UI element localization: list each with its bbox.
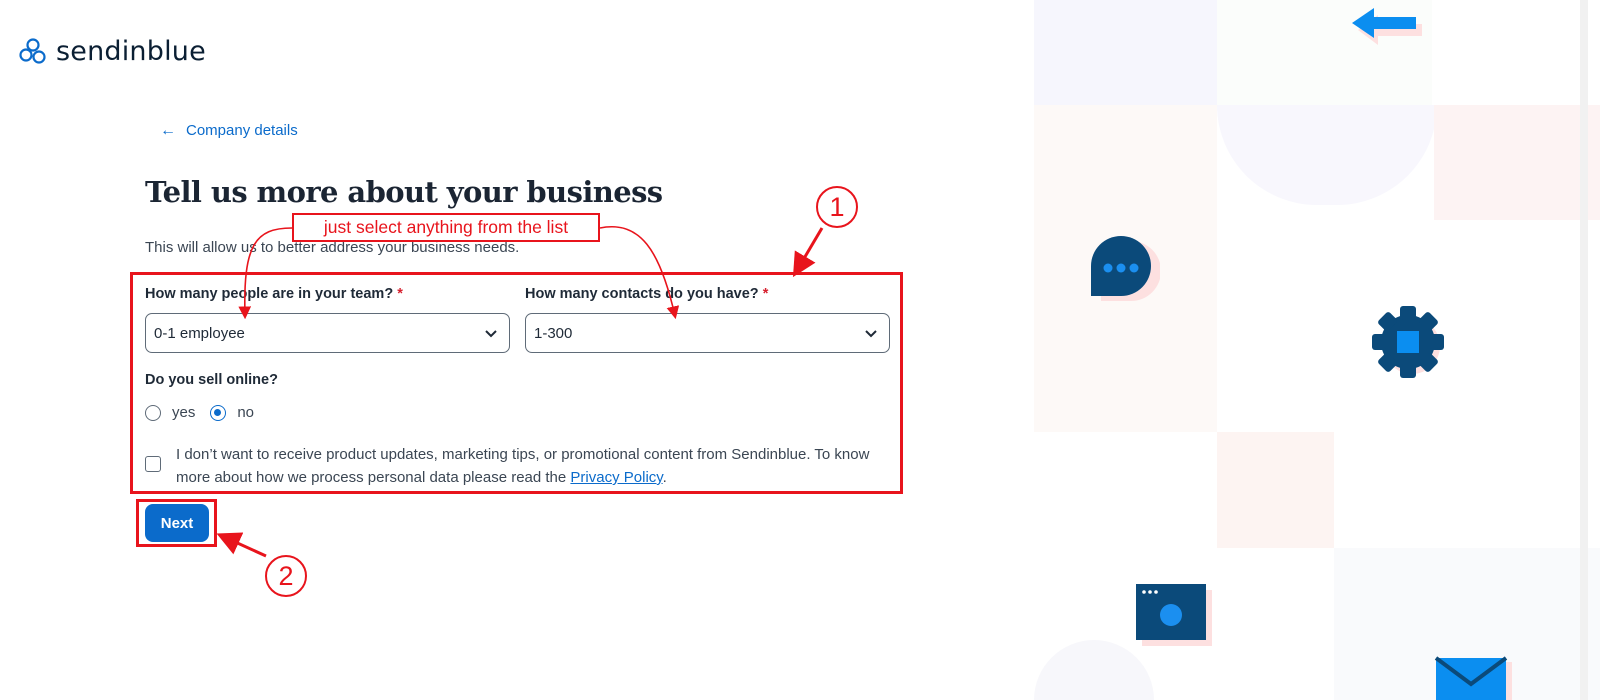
- deco-tile: [1034, 640, 1154, 700]
- gear-icon: [1372, 306, 1444, 378]
- sendinblue-logo-icon: [19, 37, 46, 64]
- annotation-instruction-label: just select anything from the list: [292, 213, 600, 242]
- scrollbar-track[interactable]: [1580, 0, 1588, 700]
- brand-name: sendinblue: [56, 36, 206, 67]
- annotation-form-highlight: [130, 272, 903, 494]
- deco-tile: [1434, 105, 1600, 220]
- deco-tile: [1217, 105, 1437, 205]
- brand-logo: sendinblue: [18, 36, 206, 67]
- deco-tile: [1034, 0, 1217, 105]
- annotation-step-1: 1: [816, 186, 858, 228]
- annotation-arrow-step2: [216, 532, 267, 558]
- deco-tile: [1217, 432, 1334, 548]
- annotation-next-highlight: [136, 499, 217, 547]
- annotation-step-2: 2: [265, 555, 307, 597]
- envelope-icon: [1434, 656, 1512, 700]
- swap-arrows-icon: [1352, 8, 1422, 45]
- arrow-left-icon: ←: [160, 121, 176, 139]
- back-to-company-details-link[interactable]: ← Company details: [160, 122, 298, 139]
- back-link-label: Company details: [186, 122, 298, 139]
- page-title: Tell us more about your business: [145, 175, 663, 209]
- annotation-arrow-step1: [792, 227, 824, 278]
- browser-window-icon: [1136, 584, 1212, 646]
- decorative-illustration-panel: [1034, 0, 1600, 700]
- chat-bubble-icon: [1091, 236, 1160, 301]
